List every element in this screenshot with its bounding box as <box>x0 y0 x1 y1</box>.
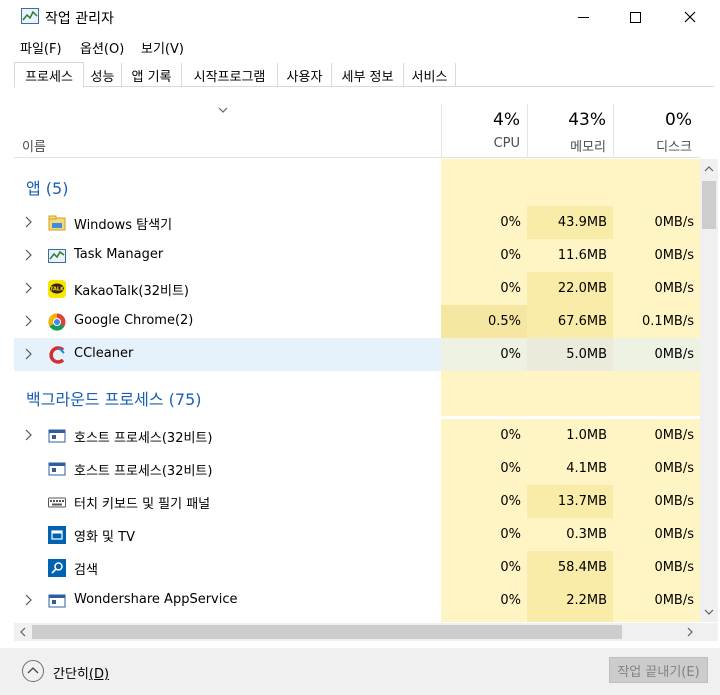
group-title: 백그라운드 프로세스 (75) <box>26 390 202 409</box>
task-manager-icon <box>21 8 39 24</box>
table-row[interactable]: 0% 5.0MB 0MB/s CCleaner <box>14 338 700 371</box>
group-title: 앱 (5) <box>26 179 69 198</box>
process-name: 검색 <box>74 563 98 578</box>
chevron-right-icon[interactable] <box>24 429 32 441</box>
kakaotalk-icon: TALK <box>48 280 66 298</box>
close-button[interactable] <box>667 0 713 34</box>
movies-tv-icon <box>48 526 66 544</box>
fewer-details-button[interactable] <box>22 660 44 682</box>
tab-services[interactable]: 서비스 <box>404 63 456 87</box>
table-row[interactable] <box>14 617 700 622</box>
process-name: Windows 탐색기 <box>74 218 173 233</box>
scrollbar-corner <box>700 623 718 641</box>
chevron-right-icon[interactable] <box>24 282 32 294</box>
chrome-icon <box>48 313 66 331</box>
memory-percent[interactable]: 43% <box>527 110 606 130</box>
process-name: Wondershare AppService <box>74 592 238 607</box>
chevron-up-icon[interactable] <box>704 165 714 173</box>
process-name: 호스트 프로세스(32비트) <box>74 431 213 446</box>
table-row[interactable]: 0.5% 67.6MB 0.1MB/s Google Chrome(2) <box>14 305 700 338</box>
keyboard-icon <box>48 497 66 508</box>
window-title: 작업 관리자 <box>45 11 114 27</box>
folder-icon <box>48 215 66 231</box>
host-process-icon <box>48 462 66 476</box>
group-header-apps: 앱 (5) <box>14 159 700 206</box>
menu-view[interactable]: 보기(V) <box>141 38 184 57</box>
table-row[interactable]: 0% 0.3MB 0MB/s 영화 및 TV <box>14 518 700 551</box>
chevron-down-icon[interactable] <box>704 608 714 616</box>
process-name: 호스트 프로세스(32비트) <box>74 464 213 479</box>
fewer-details-label[interactable]: 간단히(D) <box>53 663 109 682</box>
disk-percent[interactable]: 0% <box>613 110 692 130</box>
process-name: 터치 키보드 및 필기 패널 <box>74 497 211 512</box>
tab-details[interactable]: 세부 정보 <box>332 63 404 87</box>
tab-app-history[interactable]: 앱 기록 <box>122 63 182 87</box>
tab-performance[interactable]: 성능 <box>84 63 122 87</box>
menu-bar: 파일(F) 옵션(O) 보기(V) <box>0 36 720 57</box>
footer-bar: 간단히(D) 작업 끝내기(E) <box>0 648 720 695</box>
ccleaner-icon <box>49 346 65 364</box>
column-header: 이름 4% CPU 43% 메모리 0% 디스크 <box>14 88 700 158</box>
horizontal-scrollbar[interactable] <box>14 623 700 641</box>
host-process-icon <box>48 594 66 608</box>
tab-strip: 프로세스 성능 앱 기록 시작프로그램 사용자 세부 정보 서비스 <box>14 62 714 88</box>
tab-startup[interactable]: 시작프로그램 <box>182 63 278 87</box>
svg-text:TALK: TALK <box>50 287 65 293</box>
maximize-button[interactable] <box>612 0 658 34</box>
cpu-percent[interactable]: 4% <box>441 110 520 130</box>
table-row[interactable]: 0% 43.9MB 0MB/s Windows 탐색기 <box>14 206 700 239</box>
host-process-icon <box>48 429 66 443</box>
scrollbar-thumb[interactable] <box>32 625 622 639</box>
chevron-left-icon[interactable] <box>19 627 27 637</box>
minimize-button[interactable] <box>560 0 606 34</box>
chevron-down-icon[interactable] <box>218 106 228 114</box>
chevron-right-icon[interactable] <box>686 627 694 637</box>
vertical-scrollbar[interactable] <box>700 159 718 622</box>
group-header-background: 백그라운드 프로세스 (75) <box>14 371 700 416</box>
column-name-header[interactable]: 이름 <box>22 136 46 155</box>
chevron-right-icon[interactable] <box>24 594 32 606</box>
search-icon <box>48 559 66 577</box>
chevron-right-icon[interactable] <box>24 315 32 327</box>
chevron-right-icon[interactable] <box>24 348 32 360</box>
table-row[interactable]: 0% 1.0MB 0MB/s 호스트 프로세스(32비트) <box>14 419 700 452</box>
table-row[interactable]: 0% 13.7MB 0MB/s 터치 키보드 및 필기 패널 <box>14 485 700 518</box>
minimize-icon <box>577 16 589 18</box>
process-name: 영화 및 TV <box>74 530 135 545</box>
menu-file[interactable]: 파일(F) <box>20 38 62 57</box>
table-row[interactable]: 0% 22.0MB 0MB/s TALK KakaoTalk(32비트) <box>14 272 700 305</box>
table-row[interactable]: 0% 4.1MB 0MB/s 호스트 프로세스(32비트) <box>14 452 700 485</box>
tab-processes[interactable]: 프로세스 <box>14 62 84 88</box>
title-bar: 작업 관리자 <box>0 0 720 34</box>
disk-header[interactable]: 디스크 <box>613 136 692 155</box>
maximize-icon <box>629 11 641 23</box>
chevron-up-icon <box>27 667 39 674</box>
table-row[interactable]: 0% 11.6MB 0MB/s Task Manager <box>14 239 700 272</box>
table-row[interactable]: 0% 58.4MB 0MB/s 검색 <box>14 551 700 584</box>
process-name: KakaoTalk(32비트) <box>74 284 189 299</box>
chevron-right-icon[interactable] <box>24 216 32 228</box>
menu-options[interactable]: 옵션(O) <box>80 38 124 57</box>
table-row[interactable]: 0% 2.2MB 0MB/s Wondershare AppService <box>14 584 700 617</box>
end-task-button[interactable]: 작업 끝내기(E) <box>609 657 708 683</box>
tab-users[interactable]: 사용자 <box>278 63 332 87</box>
cpu-header[interactable]: CPU <box>441 136 520 151</box>
process-name: Google Chrome(2) <box>74 313 194 328</box>
close-icon <box>684 11 696 23</box>
chevron-right-icon[interactable] <box>24 249 32 261</box>
memory-header[interactable]: 메모리 <box>527 136 606 155</box>
task-manager-icon <box>48 249 66 263</box>
process-name: Task Manager <box>74 247 164 262</box>
process-name: CCleaner <box>74 346 134 361</box>
scrollbar-thumb[interactable] <box>702 181 716 229</box>
process-list: 앱 (5) 0% 43.9MB 0MB/s Windows 탐색기 0% 11.… <box>14 159 700 622</box>
